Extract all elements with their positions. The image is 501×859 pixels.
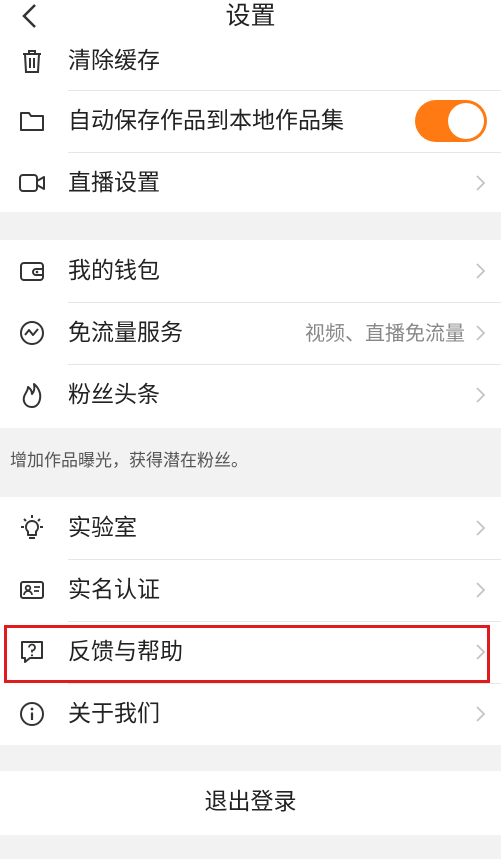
trash-icon <box>18 47 46 75</box>
clear-cache-label: 清除缓存 <box>68 48 160 74</box>
wallet-icon <box>18 257 46 285</box>
lab-label: 实验室 <box>68 515 137 541</box>
auto-save-row: 自动保存作品到本地作品集 <box>0 90 501 152</box>
free-data-description: 视频、直播免流量 <box>305 321 465 345</box>
wallet-row[interactable]: 我的钱包 <box>0 240 501 302</box>
info-icon <box>18 700 46 728</box>
flame-icon <box>18 381 46 409</box>
chevron-right-icon <box>476 706 486 722</box>
video-camera-icon <box>18 169 46 197</box>
fan-headline-note: 增加作品曝光，获得潜在粉丝。 <box>10 451 248 471</box>
real-name-row[interactable]: 实名认证 <box>0 559 501 621</box>
chevron-right-icon <box>476 387 486 403</box>
services-section: 我的钱包 免流量服务 视频、直播免流量 粉丝头条 <box>0 240 501 428</box>
live-settings-label: 直播设置 <box>68 170 160 196</box>
live-settings-row[interactable]: 直播设置 <box>0 152 501 214</box>
more-section: 实验室 实名认证 反馈与帮助 关于我们 <box>0 497 501 745</box>
chevron-right-icon <box>476 263 486 279</box>
chevron-right-icon <box>476 175 486 191</box>
chevron-right-icon <box>476 582 486 598</box>
logout-button[interactable]: 退出登录 <box>0 771 501 835</box>
clear-cache-row[interactable]: 清除缓存 <box>0 30 501 92</box>
about-us-label: 关于我们 <box>68 701 160 727</box>
wallet-label: 我的钱包 <box>68 258 160 284</box>
folder-icon <box>18 107 46 135</box>
about-us-row[interactable]: 关于我们 <box>0 683 501 745</box>
free-data-row[interactable]: 免流量服务 视频、直播免流量 <box>0 302 501 364</box>
lab-row[interactable]: 实验室 <box>0 497 501 559</box>
general-settings-section: 清除缓存 自动保存作品到本地作品集 直播设置 <box>0 46 501 212</box>
free-data-label: 免流量服务 <box>68 320 183 346</box>
lightbulb-icon <box>18 514 46 542</box>
trend-icon <box>18 319 46 347</box>
toggle-knob <box>448 103 484 139</box>
auto-save-toggle[interactable] <box>415 100 487 142</box>
real-name-label: 实名认证 <box>68 577 160 603</box>
auto-save-label: 自动保存作品到本地作品集 <box>68 108 344 134</box>
chevron-right-icon <box>476 325 486 341</box>
fan-headline-label: 粉丝头条 <box>68 382 160 408</box>
id-card-icon <box>18 576 46 604</box>
chevron-right-icon <box>476 520 486 536</box>
fan-headline-row[interactable]: 粉丝头条 <box>0 364 501 426</box>
page-title: 设置 <box>225 1 276 30</box>
feedback-highlight-box <box>4 625 490 683</box>
